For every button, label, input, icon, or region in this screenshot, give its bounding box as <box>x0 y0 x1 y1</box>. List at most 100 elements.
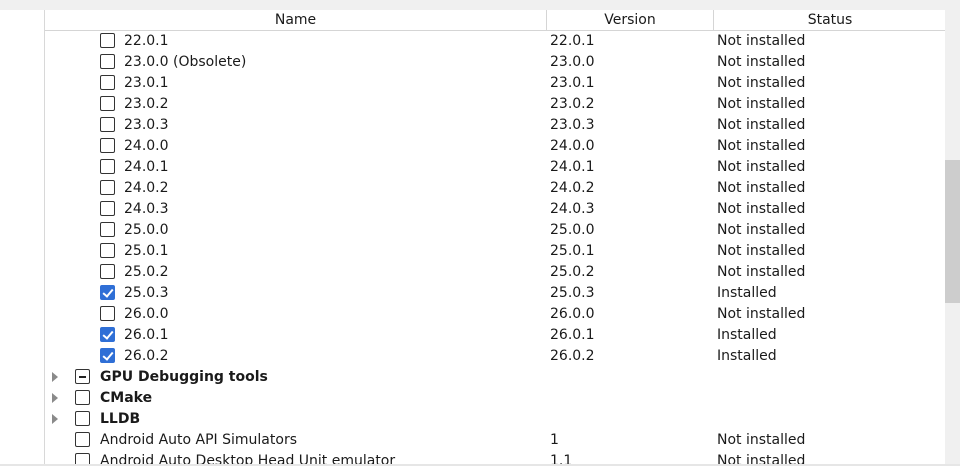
row-checkbox[interactable] <box>100 285 115 300</box>
table-row[interactable]: 23.0.3 23.0.3 Not installed <box>45 115 946 136</box>
row-checkbox[interactable] <box>100 75 115 90</box>
row-name: 26.0.1 <box>124 327 169 343</box>
table-row[interactable]: 26.0.2 26.0.2 Installed <box>45 346 946 367</box>
row-checkbox[interactable] <box>100 243 115 258</box>
row-checkbox[interactable] <box>100 222 115 237</box>
toolbar-strip <box>0 0 960 10</box>
row-name: 24.0.1 <box>124 159 169 175</box>
row-status: Not installed <box>717 432 806 448</box>
row-name: CMake <box>100 390 153 406</box>
row-version: 25.0.2 <box>550 264 595 280</box>
row-status: Installed <box>717 348 777 364</box>
row-name: 23.0.2 <box>124 96 169 112</box>
row-checkbox[interactable] <box>100 348 115 363</box>
table-row[interactable]: GPU Debugging tools <box>45 367 946 388</box>
row-checkbox[interactable] <box>100 159 115 174</box>
row-checkbox[interactable] <box>75 369 90 384</box>
table-row[interactable]: 26.0.0 26.0.0 Not installed <box>45 304 946 325</box>
row-name: 24.0.0 <box>124 138 169 154</box>
row-status: Not installed <box>717 96 806 112</box>
expand-arrow-icon[interactable] <box>52 414 58 424</box>
row-name: 23.0.1 <box>124 75 169 91</box>
row-checkbox[interactable] <box>100 117 115 132</box>
row-status: Not installed <box>717 306 806 322</box>
column-header-name[interactable]: Name <box>45 10 547 30</box>
table-row[interactable]: Android Auto API Simulators 1 Not installe… <box>45 430 946 451</box>
row-name: Android Auto API Simulators <box>100 432 297 448</box>
expand-arrow-icon[interactable] <box>52 372 58 382</box>
sdk-tools-table: Name Version Status 22.0.1 22.0.1 Not inst… <box>44 10 946 464</box>
row-name: GPU Debugging tools <box>100 369 268 385</box>
row-checkbox[interactable] <box>100 327 115 342</box>
row-version: 25.0.0 <box>550 222 595 238</box>
row-name: 23.0.0 (Obsolete) <box>124 54 247 70</box>
row-name: Android Auto Desktop Head Unit emulator <box>100 453 396 464</box>
row-version: 25.0.1 <box>550 243 595 259</box>
row-version: 24.0.3 <box>550 201 595 217</box>
table-row[interactable]: 24.0.3 24.0.3 Not installed <box>45 199 946 220</box>
row-status: Not installed <box>717 138 806 154</box>
row-version: 26.0.0 <box>550 306 595 322</box>
row-name: 24.0.2 <box>124 180 169 196</box>
table-row[interactable]: CMake <box>45 388 946 409</box>
row-name: 25.0.2 <box>124 264 169 280</box>
row-status: Not installed <box>717 117 806 133</box>
row-status: Not installed <box>717 33 806 49</box>
table-row[interactable]: 25.0.0 25.0.0 Not installed <box>45 220 946 241</box>
row-status: Not installed <box>717 264 806 280</box>
table-row[interactable]: 25.0.3 25.0.3 Installed <box>45 283 946 304</box>
row-version: 26.0.2 <box>550 348 595 364</box>
table-row[interactable]: 24.0.2 24.0.2 Not installed <box>45 178 946 199</box>
row-status: Not installed <box>717 159 806 175</box>
row-version: 23.0.3 <box>550 117 595 133</box>
table-row[interactable]: 22.0.1 22.0.1 Not installed <box>45 31 946 52</box>
row-checkbox[interactable] <box>100 306 115 321</box>
row-status: Not installed <box>717 75 806 91</box>
row-checkbox[interactable] <box>100 180 115 195</box>
row-version: 24.0.0 <box>550 138 595 154</box>
table-row[interactable]: 25.0.2 25.0.2 Not installed <box>45 262 946 283</box>
table-row[interactable]: 25.0.1 25.0.1 Not installed <box>45 241 946 262</box>
column-header-status[interactable]: Status <box>714 10 946 30</box>
table-row[interactable]: 24.0.1 24.0.1 Not installed <box>45 157 946 178</box>
row-version: 26.0.1 <box>550 327 595 343</box>
row-name: 25.0.0 <box>124 222 169 238</box>
table-row[interactable]: 23.0.2 23.0.2 Not installed <box>45 94 946 115</box>
row-status: Not installed <box>717 54 806 70</box>
row-status: Not installed <box>717 243 806 259</box>
row-version: 23.0.2 <box>550 96 595 112</box>
row-status: Not installed <box>717 180 806 196</box>
row-name: 23.0.3 <box>124 117 169 133</box>
row-status: Installed <box>717 285 777 301</box>
row-checkbox[interactable] <box>100 201 115 216</box>
row-checkbox[interactable] <box>100 54 115 69</box>
row-checkbox[interactable] <box>75 390 90 405</box>
table-row[interactable]: LLDB <box>45 409 946 430</box>
row-name: LLDB <box>100 411 141 427</box>
row-checkbox[interactable] <box>75 453 90 464</box>
row-checkbox[interactable] <box>100 138 115 153</box>
row-version: 25.0.3 <box>550 285 595 301</box>
table-row[interactable]: Android Auto Desktop Head Unit emulator 1… <box>45 451 946 464</box>
row-checkbox[interactable] <box>75 432 90 447</box>
row-status: Not installed <box>717 453 806 464</box>
row-status: Installed <box>717 327 777 343</box>
vertical-scrollbar[interactable] <box>945 10 960 464</box>
row-name: 24.0.3 <box>124 201 169 217</box>
row-version: 23.0.1 <box>550 75 595 91</box>
expand-arrow-icon[interactable] <box>52 393 58 403</box>
row-checkbox[interactable] <box>100 264 115 279</box>
table-row[interactable]: 24.0.0 24.0.0 Not installed <box>45 136 946 157</box>
table-row[interactable]: 23.0.0 (Obsolete) 23.0.0 Not installed <box>45 52 946 73</box>
row-version: 24.0.1 <box>550 159 595 175</box>
row-checkbox[interactable] <box>75 411 90 426</box>
column-header-version[interactable]: Version <box>547 10 714 30</box>
scrollbar-thumb[interactable] <box>945 160 960 303</box>
row-name: 25.0.3 <box>124 285 169 301</box>
row-checkbox[interactable] <box>100 96 115 111</box>
row-checkbox[interactable] <box>100 33 115 48</box>
row-version: 1 <box>550 432 559 448</box>
table-row[interactable]: 23.0.1 23.0.1 Not installed <box>45 73 946 94</box>
table-row[interactable]: 26.0.1 26.0.1 Installed <box>45 325 946 346</box>
row-name: 26.0.0 <box>124 306 169 322</box>
